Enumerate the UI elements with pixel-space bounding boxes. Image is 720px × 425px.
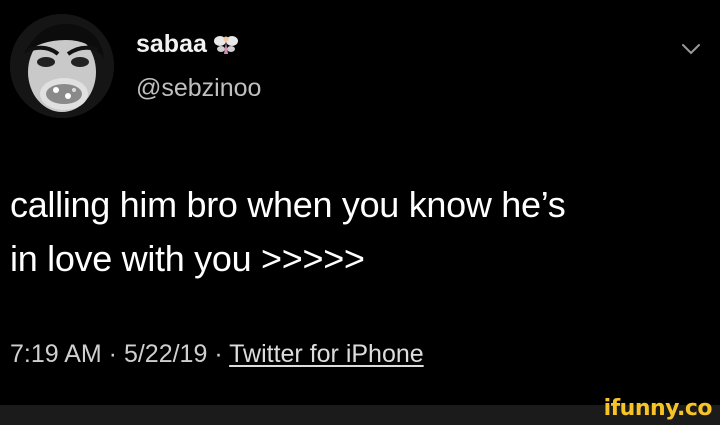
tweet-card: sabaa @sebzinoo calling him bro when you…: [0, 0, 720, 405]
meta-separator-2: ·: [207, 340, 230, 368]
meta-separator-1: ·: [101, 340, 124, 368]
tweet-time[interactable]: 7:19 AM: [10, 340, 102, 368]
user-handle[interactable]: @sebzinoo: [136, 74, 261, 103]
ifunny-watermark: ifunny.co: [603, 396, 713, 421]
display-name[interactable]: sabaa: [136, 30, 239, 59]
tweet-date[interactable]: 5/22/19: [124, 340, 207, 368]
avatar-photo: [10, 14, 114, 118]
chevron-down-icon[interactable]: [680, 38, 702, 60]
tweet-text-line-1: calling him bro when you know he’s: [10, 184, 566, 225]
tweet-text: calling him bro when you know he’s in lo…: [10, 178, 700, 286]
avatar[interactable]: [10, 14, 114, 118]
tweet-metadata: 7:19 AM · 5/22/19 · Twitter for iPhone: [10, 340, 424, 369]
tweet-text-line-2: in love with you >>>>>: [10, 238, 365, 279]
tweet-source-link[interactable]: Twitter for iPhone: [229, 340, 424, 368]
fairy-icon: [213, 35, 238, 54]
display-name-text: sabaa: [136, 30, 207, 58]
